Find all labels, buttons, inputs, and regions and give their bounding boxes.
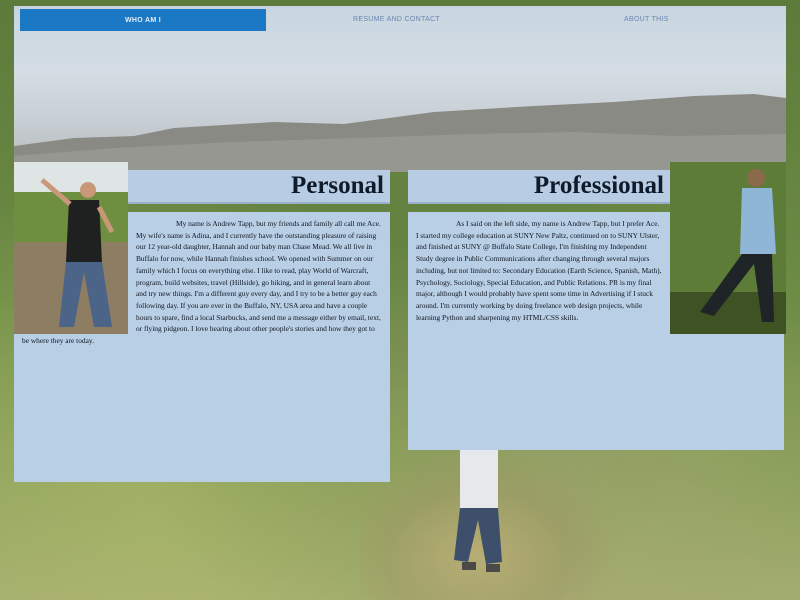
nav-who-am-i[interactable]: Who am I — [20, 9, 266, 31]
personal-title: Personal — [290, 172, 384, 199]
professional-title: Professional — [533, 172, 664, 199]
nav-resume-and-contact[interactable]: Resume and Contact — [353, 16, 440, 23]
professional-header: Professional — [408, 170, 670, 204]
personal-header: Personal — [128, 170, 390, 204]
top-navigation: Who am I Resume and Contact About this — [20, 9, 782, 31]
walking-person-image — [454, 450, 502, 572]
professional-text: As I said on the left side, my name is A… — [408, 218, 784, 446]
mountain-range — [14, 94, 786, 172]
personal-text: My name is Andrew Tapp, but my friends a… — [14, 218, 390, 478]
nav-about-this[interactable]: About this — [624, 16, 669, 23]
